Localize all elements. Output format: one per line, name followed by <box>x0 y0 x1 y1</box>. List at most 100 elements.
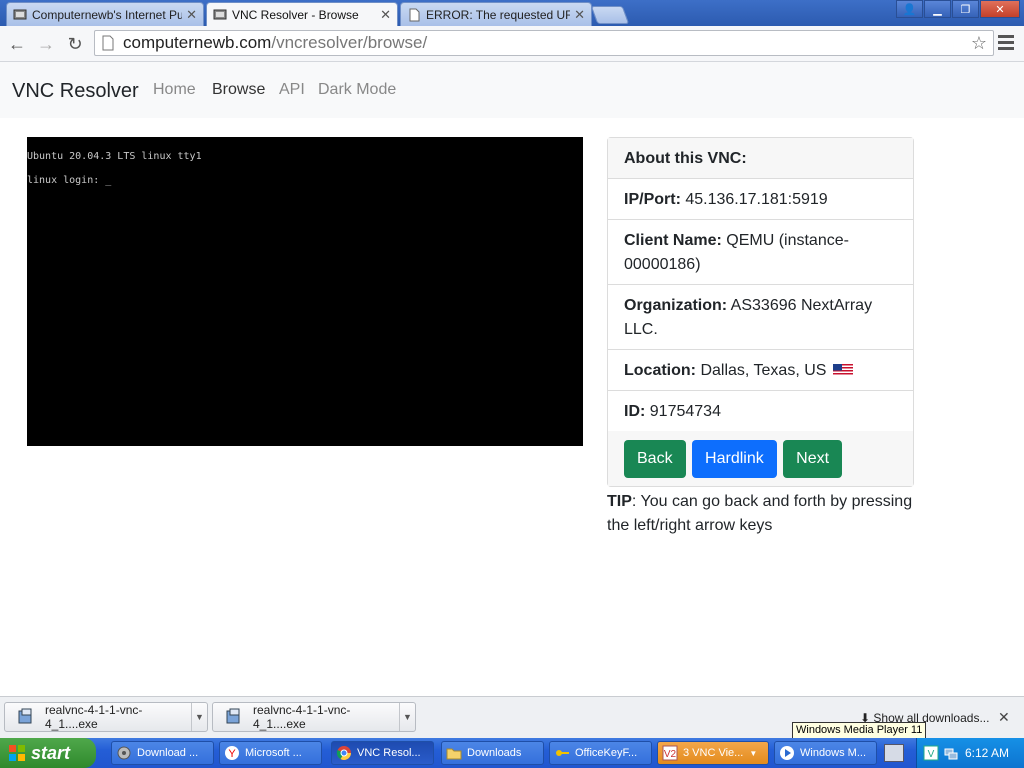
close-icon[interactable]: ✕ <box>998 709 1010 726</box>
browser-tabstrip: Computernewb's Internet Pu ✕ VNC Resolve… <box>0 0 1024 26</box>
chrome-icon <box>336 746 351 760</box>
close-window-button[interactable]: ✕ <box>980 0 1020 18</box>
vnc-text-line: Ubuntu 20.04.3 LTS linux tty1 <box>27 151 202 162</box>
svg-text:Y: Y <box>228 748 236 760</box>
tip-text: TIP: You can go back and forth by pressi… <box>607 490 917 538</box>
download-item[interactable]: realvnc-4-1-1-vnc-4_1....exe ▼ <box>4 702 208 732</box>
close-icon[interactable]: ✕ <box>380 7 391 23</box>
info-label: Organization: <box>624 297 728 314</box>
card-header: About this VNC: <box>608 138 913 179</box>
start-label: start <box>31 742 71 763</box>
vnc-screenshot: Ubuntu 20.04.3 LTS linux tty1 linux logi… <box>27 137 583 446</box>
taskbar-item-label: Microsoft ... <box>245 747 302 759</box>
url-host: computernewb.com <box>123 33 272 52</box>
taskbar-item[interactable]: Y Microsoft ... <box>219 741 322 765</box>
info-label: IP/Port: <box>624 191 681 208</box>
info-row-id: ID: 91754734 <box>608 391 913 432</box>
back-arrow-icon[interactable]: ← <box>5 32 29 56</box>
tab-title: Computernewb's Internet Pu <box>32 7 183 22</box>
vnc-viewer-icon: V2 <box>662 745 678 761</box>
download-filename: realvnc-4-1-1-vnc-4_1....exe <box>45 703 143 731</box>
info-label: ID: <box>624 403 646 420</box>
svg-text:V: V <box>928 749 935 760</box>
info-row-client: Client Name: QEMU (instance-00000186) <box>608 220 913 285</box>
key-icon <box>556 750 569 756</box>
tab-computernewb[interactable]: Computernewb's Internet Pu ✕ <box>6 2 204 26</box>
clock[interactable]: 6:12 AM <box>965 746 1009 760</box>
chevron-down-icon[interactable]: ▼ <box>399 703 415 731</box>
taskbar-item-label: OfficeKeyF... <box>575 747 638 759</box>
tab-vnc-resolver[interactable]: VNC Resolver - Browse ✕ <box>206 2 398 26</box>
address-bar[interactable]: computernewb.com/vncresolver/browse/ ☆ <box>94 30 994 56</box>
back-button[interactable]: Back <box>624 440 686 478</box>
info-value: 45.136.17.181:5919 <box>685 191 828 208</box>
taskbar-item[interactable]: V2 3 VNC Vie... ▼ <box>657 741 769 765</box>
info-value: 91754734 <box>649 403 721 420</box>
yandex-icon: Y <box>225 746 239 760</box>
reload-icon[interactable]: ↻ <box>63 32 87 56</box>
windows-taskbar: start Download ... Y Microsoft ... VNC R… <box>0 738 1024 768</box>
taskbar-item[interactable]: OfficeKeyF... <box>549 741 652 765</box>
bookmark-star-icon[interactable]: ☆ <box>971 33 987 54</box>
info-row-organization: Organization: AS33696 NextArray LLC. <box>608 285 913 350</box>
restore-button[interactable]: ❐ <box>952 0 979 18</box>
site-navbar: VNC Resolver Home Browse API Dark Mode <box>0 62 1024 118</box>
taskbar-item[interactable]: Download ... <box>111 741 214 765</box>
tab-title: VNC Resolver - Browse <box>232 7 359 22</box>
next-button[interactable]: Next <box>783 440 843 478</box>
tip-body: : You can go back and forth by pressing … <box>607 493 913 534</box>
info-label: Location: <box>624 362 696 379</box>
installer-icon <box>226 708 240 724</box>
tip-label: TIP <box>607 493 632 510</box>
tab-error[interactable]: ERROR: The requested URL ✕ <box>400 2 592 26</box>
taskbar-item-label: Downloads <box>467 747 522 759</box>
download-filename: realvnc-4-1-1-vnc-4_1....exe <box>253 703 351 731</box>
download-item[interactable]: realvnc-4-1-1-vnc-4_1....exe ▼ <box>212 702 416 732</box>
svg-text:V2: V2 <box>664 749 677 760</box>
hardlink-button[interactable]: Hardlink <box>692 440 777 478</box>
vnc-text-line: linux login: _ <box>27 175 112 186</box>
installer-icon <box>18 708 32 724</box>
taskbar-item[interactable]: VNC Resol... <box>331 741 434 765</box>
us-flag-icon <box>832 364 853 376</box>
keyboard-icon[interactable] <box>884 744 904 762</box>
taskbar-item-label: Download ... <box>137 747 199 759</box>
start-button[interactable]: start <box>0 738 96 768</box>
nav-link-api[interactable]: API <box>279 81 305 99</box>
tooltip: Windows Media Player 11 <box>792 722 927 739</box>
url-path: /vncresolver/browse/ <box>271 33 428 52</box>
browser-toolbar: ← → ↻ computernewb.com/vncresolver/brows… <box>0 26 1024 62</box>
gear-icon <box>117 746 131 760</box>
taskbar-item[interactable]: Windows M... <box>774 741 877 765</box>
site-brand[interactable]: VNC Resolver <box>12 80 139 103</box>
card-footer: Back Hardlink Next <box>608 431 913 486</box>
minimize-button[interactable]: ▁ <box>924 0 951 18</box>
taskbar-item-label: 3 VNC Vie... <box>683 747 744 759</box>
close-icon[interactable]: ✕ <box>186 7 197 23</box>
media-player-icon <box>780 746 794 760</box>
tab-title: ERROR: The requested URL <box>426 7 571 22</box>
nav-link-home[interactable]: Home <box>153 81 196 99</box>
user-icon[interactable]: 👤 <box>896 0 923 18</box>
chevron-down-icon[interactable]: ▼ <box>191 703 207 731</box>
document-icon <box>407 8 421 22</box>
info-row-location: Location: Dallas, Texas, US <box>608 350 913 391</box>
vnc-info-card: About this VNC: IP/Port: 45.136.17.181:5… <box>607 137 914 487</box>
network-icon[interactable] <box>943 745 959 761</box>
taskbar-item-label: VNC Resol... <box>357 747 421 759</box>
system-tray: V 6:12 AM <box>916 738 1024 768</box>
chevron-down-icon: ▼ <box>749 748 758 758</box>
info-label: Client Name: <box>624 232 722 249</box>
vnc-tray-icon[interactable]: V <box>923 745 939 761</box>
menu-icon[interactable] <box>998 35 1014 53</box>
close-icon[interactable]: ✕ <box>574 7 585 23</box>
taskbar-item[interactable]: Downloads <box>441 741 544 765</box>
windows-logo-icon <box>9 745 25 761</box>
taskbar-item-label: Windows M... <box>800 747 867 759</box>
nav-link-browse[interactable]: Browse <box>212 81 265 99</box>
forward-arrow-icon[interactable]: → <box>34 32 58 56</box>
nav-link-dark-mode[interactable]: Dark Mode <box>318 81 396 99</box>
info-row-ip: IP/Port: 45.136.17.181:5919 <box>608 179 913 220</box>
page-icon <box>213 8 227 22</box>
new-tab-button[interactable] <box>590 6 630 24</box>
